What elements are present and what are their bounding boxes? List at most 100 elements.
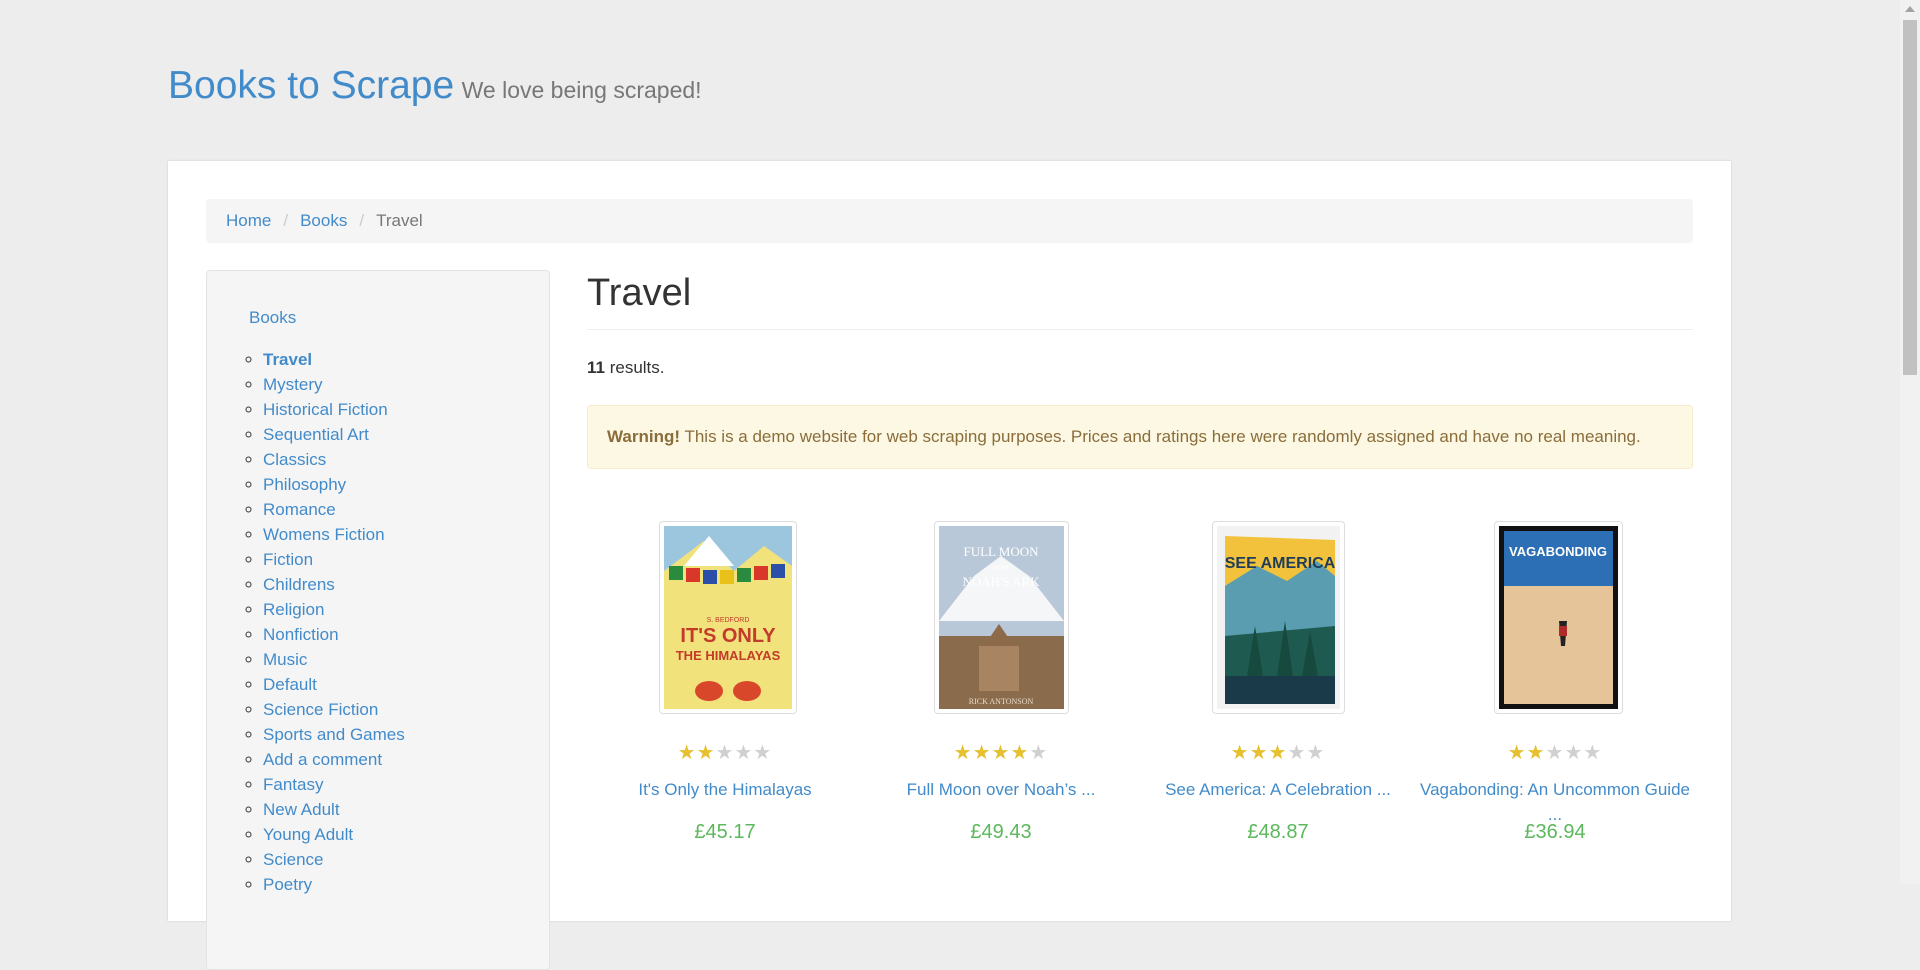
category-link[interactable]: Poetry bbox=[263, 875, 312, 894]
category-link[interactable]: Nonfiction bbox=[263, 625, 339, 644]
category-link[interactable]: Default bbox=[263, 675, 317, 694]
category-link[interactable]: Science Fiction bbox=[263, 700, 378, 719]
breadcrumb-books-link[interactable]: Books bbox=[300, 211, 347, 231]
category-link[interactable]: Romance bbox=[263, 500, 336, 519]
star-empty-icon: ★ bbox=[1029, 742, 1049, 764]
sidebar-item-science-fiction: Science Fiction bbox=[263, 697, 405, 722]
svg-text:VAGABONDING: VAGABONDING bbox=[1509, 544, 1607, 559]
star-empty-icon: ★ bbox=[1545, 742, 1565, 764]
sidebar-item-default: Default bbox=[263, 672, 405, 697]
star-rating: ★★★★★ bbox=[1140, 740, 1416, 765]
product-price: £36.94 bbox=[1524, 821, 1586, 843]
star-filled-icon: ★ bbox=[1526, 742, 1546, 764]
sidebar-item-young-adult: Young Adult bbox=[263, 822, 405, 847]
star-filled-icon: ★ bbox=[1249, 742, 1269, 764]
category-link[interactable]: Fantasy bbox=[263, 775, 323, 794]
warning-alert: Warning! This is a demo website for web … bbox=[587, 405, 1693, 469]
results-count: 11 bbox=[587, 358, 605, 377]
sidebar-item-romance: Romance bbox=[263, 497, 405, 522]
star-empty-icon: ★ bbox=[753, 742, 773, 764]
brand-link[interactable]: Books to Scrape bbox=[168, 64, 454, 107]
sidebar-item-womens-fiction: Womens Fiction bbox=[263, 522, 405, 547]
product-title-link[interactable]: Vagabonding: An Uncommon Guide ... bbox=[1417, 777, 1693, 827]
sidebar-item-nonfiction: Nonfiction bbox=[263, 622, 405, 647]
breadcrumb-home-link[interactable]: Home bbox=[226, 211, 271, 231]
page-scrollbar[interactable] bbox=[1900, 0, 1920, 884]
sidebar-item-historical-fiction: Historical Fiction bbox=[263, 397, 405, 422]
product-price: £45.17 bbox=[694, 821, 756, 843]
category-link[interactable]: Fiction bbox=[263, 550, 313, 569]
product-title-link[interactable]: It's Only the Himalayas bbox=[587, 777, 863, 802]
site-header: Books to Scrape We love being scraped! bbox=[168, 64, 702, 108]
sidebar-item-poetry: Poetry bbox=[263, 872, 405, 897]
svg-text:NOAH'S ARK: NOAH'S ARK bbox=[962, 574, 1040, 589]
product-price: £48.87 bbox=[1247, 821, 1309, 843]
svg-text:SEE AMERICA: SEE AMERICA bbox=[1225, 555, 1336, 572]
book-cover-link[interactable]: S. BEDFORD IT'S ONLY THE HIMALAYAS bbox=[659, 521, 797, 714]
sidebar-item-religion: Religion bbox=[263, 597, 405, 622]
scrollbar-thumb[interactable] bbox=[1903, 20, 1917, 375]
category-link[interactable]: Mystery bbox=[263, 375, 323, 394]
category-link[interactable]: Historical Fiction bbox=[263, 400, 388, 419]
star-empty-icon: ★ bbox=[1287, 742, 1307, 764]
book-cover-image: FULL MOON over NOAH'S ARK RICK ANTONSON bbox=[939, 526, 1064, 709]
product-title-link[interactable]: Full Moon over Noah’s ... bbox=[863, 777, 1139, 802]
star-filled-icon: ★ bbox=[1268, 742, 1288, 764]
sidebar-item-travel: Travel bbox=[263, 347, 405, 372]
breadcrumb-current: Travel bbox=[376, 211, 423, 230]
star-filled-icon: ★ bbox=[991, 742, 1011, 764]
sidebar-item-fantasy: Fantasy bbox=[263, 772, 405, 797]
star-filled-icon: ★ bbox=[1230, 742, 1250, 764]
svg-text:FULL MOON: FULL MOON bbox=[964, 544, 1040, 559]
page-container: Home / Books / Travel Books Travel Myster… bbox=[168, 161, 1731, 970]
star-filled-icon: ★ bbox=[1010, 742, 1030, 764]
category-link[interactable]: Science bbox=[263, 850, 323, 869]
category-link[interactable]: Religion bbox=[263, 600, 324, 619]
svg-text:over: over bbox=[993, 562, 1009, 572]
book-cover-link[interactable]: FULL MOON over NOAH'S ARK RICK ANTONSON bbox=[934, 521, 1069, 714]
category-link[interactable]: Young Adult bbox=[263, 825, 353, 844]
category-link[interactable]: Childrens bbox=[263, 575, 335, 594]
sidebar-item-new-adult: New Adult bbox=[263, 797, 405, 822]
category-link[interactable]: New Adult bbox=[263, 800, 340, 819]
star-rating: ★★★★★ bbox=[863, 740, 1139, 765]
star-empty-icon: ★ bbox=[715, 742, 735, 764]
star-filled-icon: ★ bbox=[972, 742, 992, 764]
star-empty-icon: ★ bbox=[1583, 742, 1603, 764]
category-link[interactable]: Philosophy bbox=[263, 475, 346, 494]
breadcrumb: Home / Books / Travel bbox=[206, 199, 1693, 243]
star-empty-icon: ★ bbox=[1564, 742, 1584, 764]
sidebar-item-childrens: Childrens bbox=[263, 572, 405, 597]
category-link[interactable]: Sequential Art bbox=[263, 425, 369, 444]
star-rating: ★★★★★ bbox=[1417, 740, 1693, 765]
sidebar-item-music: Music bbox=[263, 647, 405, 672]
star-filled-icon: ★ bbox=[1507, 742, 1527, 764]
category-link[interactable]: Travel bbox=[263, 350, 312, 369]
category-list: Travel Mystery Historical Fiction Sequentia… bbox=[207, 347, 405, 897]
star-empty-icon: ★ bbox=[1306, 742, 1326, 764]
category-sidebar: Books Travel Mystery Historical Fiction Seq… bbox=[206, 270, 550, 970]
category-link[interactable]: Classics bbox=[263, 450, 326, 469]
breadcrumb-separator: / bbox=[283, 211, 289, 230]
book-cover-link[interactable]: SEE AMERICA bbox=[1212, 521, 1345, 714]
breadcrumb-separator: / bbox=[359, 211, 365, 230]
product-price: £49.43 bbox=[970, 821, 1032, 843]
category-link[interactable]: Add a comment bbox=[263, 750, 382, 769]
category-link[interactable]: Womens Fiction bbox=[263, 525, 385, 544]
scroll-up-arrow-icon[interactable] bbox=[1905, 6, 1915, 12]
category-link[interactable]: Music bbox=[263, 650, 307, 669]
sidebar-books-link[interactable]: Books bbox=[249, 308, 296, 328]
book-cover-link[interactable]: VAGABONDING bbox=[1494, 521, 1623, 714]
product-title-link[interactable]: See America: A Celebration ... bbox=[1140, 777, 1416, 802]
sidebar-item-fiction: Fiction bbox=[263, 547, 405, 572]
sidebar-item-add-a-comment: Add a comment bbox=[263, 747, 405, 772]
book-cover-image: VAGABONDING bbox=[1499, 526, 1618, 709]
sidebar-item-mystery: Mystery bbox=[263, 372, 405, 397]
sidebar-item-classics: Classics bbox=[263, 447, 405, 472]
star-filled-icon: ★ bbox=[677, 742, 697, 764]
site-tagline: We love being scraped! bbox=[461, 77, 702, 103]
svg-text:THE HIMALAYAS: THE HIMALAYAS bbox=[676, 648, 781, 663]
category-link[interactable]: Sports and Games bbox=[263, 725, 405, 744]
warning-label: Warning! bbox=[607, 427, 681, 446]
svg-text:RICK ANTONSON: RICK ANTONSON bbox=[969, 697, 1034, 706]
